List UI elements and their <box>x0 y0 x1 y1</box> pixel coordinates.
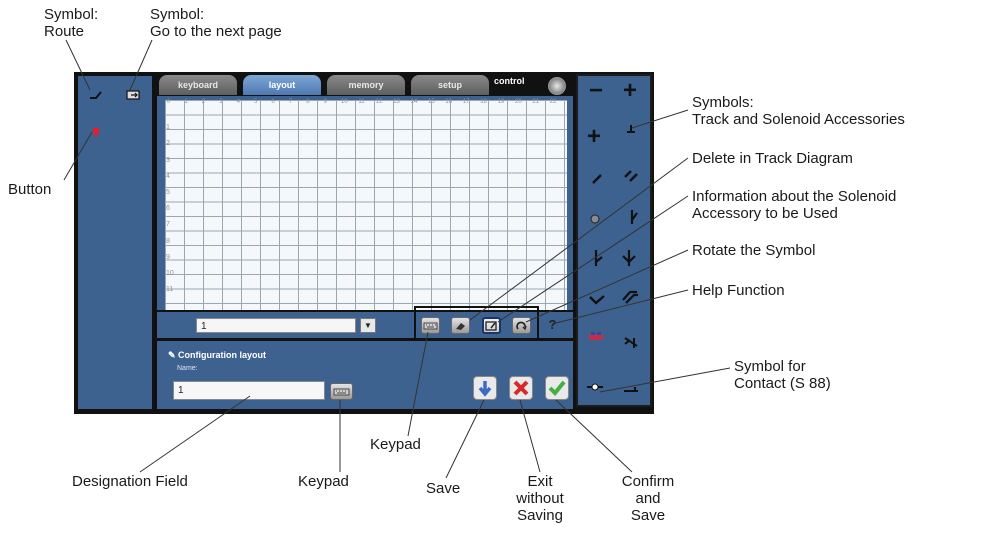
grid-row-number: 6 <box>166 205 170 213</box>
tab-memory[interactable]: memory <box>327 75 405 95</box>
grid-column-number: 1 <box>184 99 188 105</box>
uncoupler-icon[interactable] <box>587 330 605 344</box>
grid-column-number: 22 <box>549 99 557 105</box>
designation-field[interactable]: 1 <box>173 381 325 400</box>
caption-designation: Designation Field <box>72 473 188 490</box>
button-marker-icon[interactable] <box>91 124 101 137</box>
caption-contact: Symbol for Contact (S 88) <box>734 358 831 392</box>
grid-column-number: 18 <box>480 99 487 105</box>
rotate-icon[interactable] <box>512 317 531 334</box>
caption-symbols-track: Symbols: Track and Solenoid Accessories <box>692 94 905 128</box>
grid-row-number: 3 <box>166 156 170 164</box>
track-double-diagonal-icon[interactable] <box>622 168 640 184</box>
eraser-icon[interactable] <box>451 317 470 334</box>
grid-column-number: 15 <box>428 99 435 105</box>
grid-column-number: 12 <box>375 99 383 105</box>
track-straight-icon[interactable] <box>622 382 640 394</box>
grid-column-numbers: 0 1 2 3 4 5 6 7 8 9 10 11 12 13 14 15 16 17 18 19 20 21 22 <box>165 99 567 107</box>
minus-icon[interactable]: − <box>586 79 606 103</box>
wrench-icon: ✎ <box>168 350 179 360</box>
tab-layout[interactable]: layout <box>243 75 321 95</box>
three-way-turnout-icon[interactable] <box>620 248 638 268</box>
contact-s88-icon[interactable] <box>585 380 605 392</box>
grid-column-number: 13 <box>393 99 400 105</box>
caption-button: Button <box>8 181 52 198</box>
grid-column-number: 14 <box>410 99 418 105</box>
track-diagonal-icon[interactable] <box>590 172 604 186</box>
caption-keypad-upper: Keypad <box>370 436 421 453</box>
exit-without-saving-button[interactable] <box>509 376 533 400</box>
double-slip-icon[interactable] <box>620 288 640 306</box>
grid-row-numbers: 1 2 3 4 5 6 7 8 9 10 11 <box>166 108 178 308</box>
configuration-title: ✎ Configuration layout <box>168 350 266 361</box>
curve-icon[interactable] <box>588 292 606 306</box>
grid-row-number: 1 <box>166 124 170 132</box>
grid-row-number: 4 <box>166 172 170 180</box>
caption-rotate: Rotate the Symbol <box>692 242 816 259</box>
grid-column-number: 11 <box>358 99 365 105</box>
grid-row-number: 9 <box>166 253 170 261</box>
track-diagram-grid[interactable] <box>165 100 567 310</box>
tab-keyboard[interactable]: keyboard <box>159 75 237 95</box>
grid-column-number: 5 <box>254 99 258 105</box>
grid-row-number: 5 <box>166 189 170 196</box>
grid-column-number: 8 <box>306 99 310 105</box>
help-icon[interactable]: ? <box>543 317 562 334</box>
grid-column-number: 17 <box>462 99 470 105</box>
caption-symbol-next-page: Symbol: Go to the next page <box>150 6 282 40</box>
grid-row-number: 8 <box>166 237 170 245</box>
configuration-title-text: Configuration layout <box>178 350 267 360</box>
confirm-and-save-button[interactable] <box>545 376 569 400</box>
keypad-button[interactable] <box>421 317 440 334</box>
left-panel <box>78 76 152 409</box>
grid-column-number: 16 <box>445 99 453 105</box>
control-label: control <box>494 76 525 86</box>
caption-help: Help Function <box>692 282 785 299</box>
track-crossing-icon[interactable]: + <box>584 125 604 149</box>
plus-icon[interactable]: + <box>620 79 640 103</box>
grid-row-number: 10 <box>166 270 174 277</box>
keypad-button-name[interactable] <box>330 383 353 400</box>
grid-column-number: 21 <box>532 99 540 105</box>
grid-row-number: 11 <box>166 286 174 294</box>
control-knob-icon[interactable] <box>548 77 566 95</box>
caption-info: Information about the Solenoid Accessory… <box>692 188 897 222</box>
grid-column-number: 20 <box>515 99 522 105</box>
grid-column-number: 9 <box>323 99 327 105</box>
caption-confirm: Confirm and Save <box>621 473 675 524</box>
page-selector[interactable]: 1 <box>196 318 356 333</box>
grid-column-number: 19 <box>497 99 505 105</box>
grid-column-number: 7 <box>288 99 293 105</box>
info-accessory-icon[interactable] <box>482 317 501 334</box>
signal-icon[interactable] <box>588 212 602 226</box>
grid-column-number: 10 <box>341 99 348 105</box>
save-button[interactable] <box>473 376 497 400</box>
turnout-right-icon[interactable] <box>624 208 640 226</box>
tab-setup[interactable]: setup <box>411 75 489 95</box>
caption-symbol-route: Symbol: Route <box>44 6 99 40</box>
grid-column-number: 6 <box>271 99 275 105</box>
chevron-down-icon[interactable]: ▼ <box>360 318 376 333</box>
grid-column-number: 4 <box>236 99 240 105</box>
caption-save: Save <box>426 480 461 497</box>
grid-row-number: 2 <box>166 140 170 148</box>
track-end-icon[interactable] <box>624 122 638 136</box>
caption-delete: Delete in Track Diagram <box>692 150 853 167</box>
crossing-turnout-icon[interactable] <box>622 334 640 350</box>
caption-keypad-lower: Keypad <box>298 473 349 490</box>
turnout-left-icon[interactable] <box>588 248 604 268</box>
name-label: Name: <box>177 365 198 372</box>
caption-exit: Exit without Saving <box>516 473 564 524</box>
grid-column-number: 0 <box>167 99 171 105</box>
grid-column-number: 3 <box>219 99 223 105</box>
route-icon[interactable] <box>88 88 104 102</box>
grid-row-number: 7 <box>166 221 170 229</box>
next-page-icon[interactable] <box>126 88 142 100</box>
grid-column-number: 2 <box>201 99 206 105</box>
